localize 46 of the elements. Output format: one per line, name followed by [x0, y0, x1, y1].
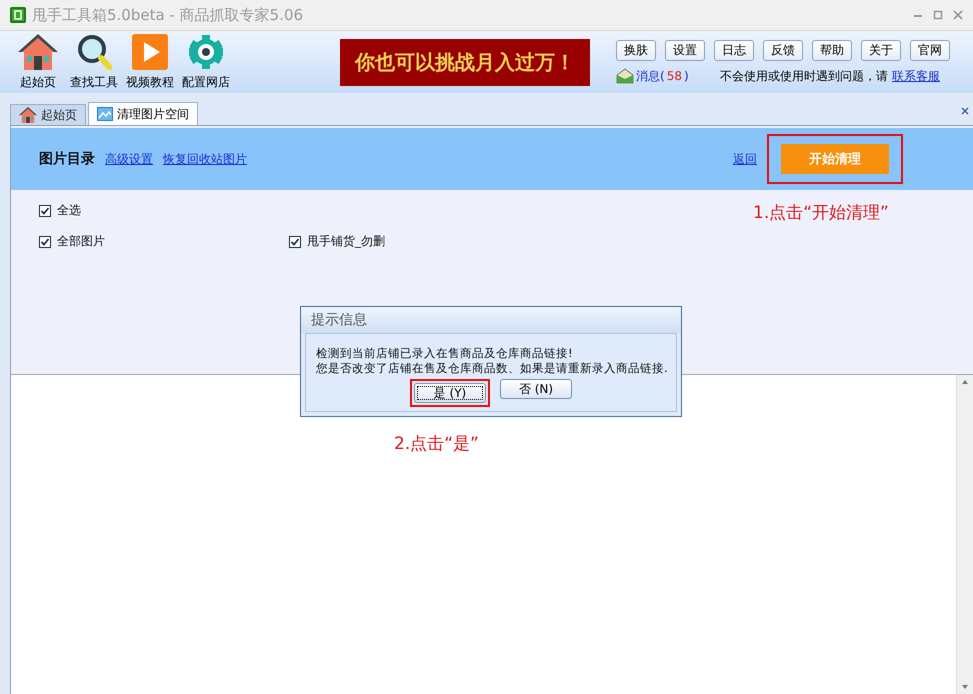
dialog-message: 检测到当前店铺已录入在售商品及仓库商品链接!	[316, 346, 574, 361]
section-title: 图片目录	[39, 150, 95, 168]
tab[interactable]: 起始页	[10, 104, 86, 125]
toolbar-button[interactable]: 起始页	[12, 34, 64, 90]
messages-link[interactable]: 消息( 58 )	[616, 68, 712, 84]
header-link[interactable]: 高级设置	[105, 150, 153, 168]
scrollbar[interactable]	[956, 375, 973, 694]
toolbar-button[interactable]: 查找工具	[68, 34, 120, 90]
dialog-button[interactable]: 否 (N)	[500, 379, 572, 399]
close-icon	[953, 10, 963, 20]
dialog-button[interactable]: 是 (Y)	[414, 383, 486, 403]
checkbox[interactable]: 甩手铺货_勿删	[289, 233, 385, 250]
app-logo-icon	[10, 7, 26, 23]
menu-button[interactable]: 换肤	[616, 40, 656, 60]
toolbar-button[interactable]: 配置网店	[180, 34, 232, 90]
annotation-text: 2.点击“是”	[394, 433, 479, 455]
play-icon	[132, 34, 168, 70]
gear-icon	[188, 34, 224, 70]
menu-button[interactable]: 反馈	[763, 40, 803, 60]
house-icon	[18, 34, 58, 70]
promo-banner[interactable]: 你也可以挑战月入过万！	[340, 38, 590, 86]
header-link[interactable]: 恢复回收站图片	[163, 150, 247, 168]
dialog-title: 提示信息	[301, 307, 681, 333]
tab[interactable]: 清理图片空间	[88, 102, 198, 125]
house-icon	[19, 106, 37, 124]
help-text: 不会使用或使用时遇到问题，请	[720, 68, 888, 84]
checkbox[interactable]: 全选	[39, 202, 81, 219]
arrow-down-icon	[961, 684, 969, 690]
toolbar-button[interactable]: 视频教程	[124, 34, 176, 90]
close-icon	[961, 107, 969, 115]
menu-button[interactable]: 日志	[714, 40, 754, 60]
arrow-up-icon	[961, 379, 969, 385]
envelope-icon	[616, 68, 634, 84]
contact-support-link[interactable]: 联系客服	[892, 68, 940, 84]
annotation-text: 1.点击“开始清理”	[753, 202, 889, 224]
menu-button[interactable]: 帮助	[812, 40, 852, 60]
maximize-icon	[933, 10, 943, 20]
window-title: 甩手工具箱5.0beta - 商品抓取专家5.06	[32, 6, 304, 24]
menu-button[interactable]: 设置	[665, 40, 705, 60]
back-link[interactable]: 返回	[733, 150, 757, 168]
magnifier-icon	[76, 34, 112, 70]
dialog-message: 您是否改变了店铺在售及仓库商品数、如果是请重新录入商品链接.	[316, 361, 666, 376]
picture-icon	[97, 107, 113, 121]
menu-button[interactable]: 官网	[910, 40, 950, 60]
menu-button[interactable]: 关于	[861, 40, 901, 60]
checkbox[interactable]: 全部图片	[39, 233, 105, 250]
